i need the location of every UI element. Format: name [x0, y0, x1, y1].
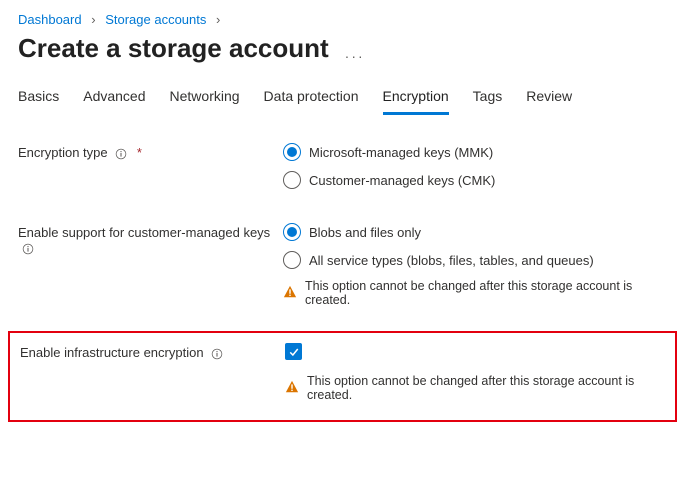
highlight-infrastructure-encryption: Enable infrastructure encryption This op…	[8, 331, 677, 422]
tab-encryption[interactable]: Encryption	[383, 82, 449, 115]
warning-icon	[285, 380, 299, 397]
required-indicator: *	[137, 145, 142, 160]
encryption-type-label: Encryption type	[18, 145, 108, 160]
info-icon[interactable]	[211, 345, 223, 360]
radio-all-services[interactable]	[283, 251, 301, 269]
chevron-right-icon: ›	[216, 12, 220, 27]
radio-all-services-label: All service types (blobs, files, tables,…	[309, 253, 594, 268]
info-icon[interactable]	[22, 240, 34, 255]
more-icon[interactable]: ···	[345, 48, 365, 64]
cmk-warning-text: This option cannot be changed after this…	[305, 279, 667, 307]
radio-blobs-files[interactable]	[283, 223, 301, 241]
radio-mmk[interactable]	[283, 143, 301, 161]
tab-review[interactable]: Review	[526, 82, 572, 115]
warning-icon	[283, 285, 297, 302]
tabs: Basics Advanced Networking Data protecti…	[18, 82, 667, 115]
radio-mmk-label: Microsoft-managed keys (MMK)	[309, 145, 493, 160]
chevron-right-icon: ›	[91, 12, 95, 27]
infra-warning-text: This option cannot be changed after this…	[307, 374, 665, 402]
breadcrumb-storage-accounts[interactable]: Storage accounts	[105, 12, 206, 27]
radio-cmk-label: Customer-managed keys (CMK)	[309, 173, 495, 188]
info-icon[interactable]	[115, 145, 131, 160]
breadcrumb: Dashboard › Storage accounts ›	[18, 12, 667, 27]
infra-encryption-label: Enable infrastructure encryption	[20, 345, 204, 360]
tab-advanced[interactable]: Advanced	[83, 82, 145, 115]
tab-data-protection[interactable]: Data protection	[264, 82, 359, 115]
page-title: Create a storage account	[18, 33, 329, 64]
tab-tags[interactable]: Tags	[473, 82, 503, 115]
radio-cmk[interactable]	[283, 171, 301, 189]
breadcrumb-dashboard[interactable]: Dashboard	[18, 12, 82, 27]
infra-encryption-checkbox[interactable]	[285, 343, 302, 360]
tab-basics[interactable]: Basics	[18, 82, 59, 115]
cmk-support-label: Enable support for customer-managed keys	[18, 225, 270, 240]
tab-networking[interactable]: Networking	[170, 82, 240, 115]
radio-blobs-files-label: Blobs and files only	[309, 225, 421, 240]
